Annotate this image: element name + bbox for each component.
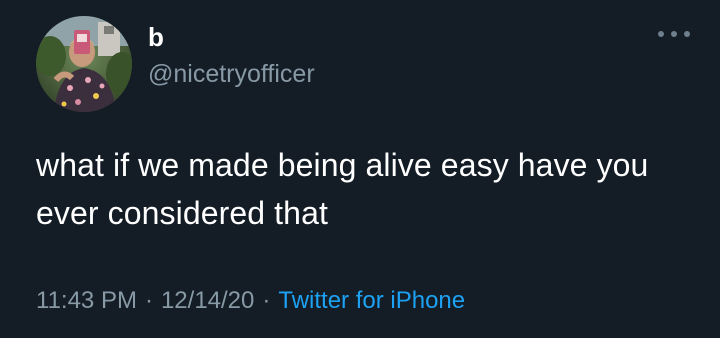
tweet-metadata: 11:43 PM · 12/14/20 · Twitter for iPhone [36,286,465,316]
tweet-source-link[interactable]: Twitter for iPhone [278,287,465,314]
tweet-time[interactable]: 11:43 PM [36,287,137,314]
more-options-button[interactable] [658,24,690,44]
tweet-text: what if we made being alive easy have yo… [36,147,649,231]
avatar-photo [36,16,132,112]
more-horizontal-icon [684,31,690,37]
more-horizontal-icon [671,31,677,37]
author-handle[interactable]: @nicetryofficer [148,59,315,89]
more-horizontal-icon [658,31,664,37]
author-display-name[interactable]: b [148,22,315,52]
author-info: b @nicetryofficer [148,22,315,89]
meta-separator: · [262,287,271,314]
author-avatar[interactable] [36,16,132,112]
tweet-card: b @nicetryofficer what if we made being … [0,0,720,338]
meta-separator: · [144,287,153,314]
tweet-date[interactable]: 12/14/20 [161,287,254,314]
